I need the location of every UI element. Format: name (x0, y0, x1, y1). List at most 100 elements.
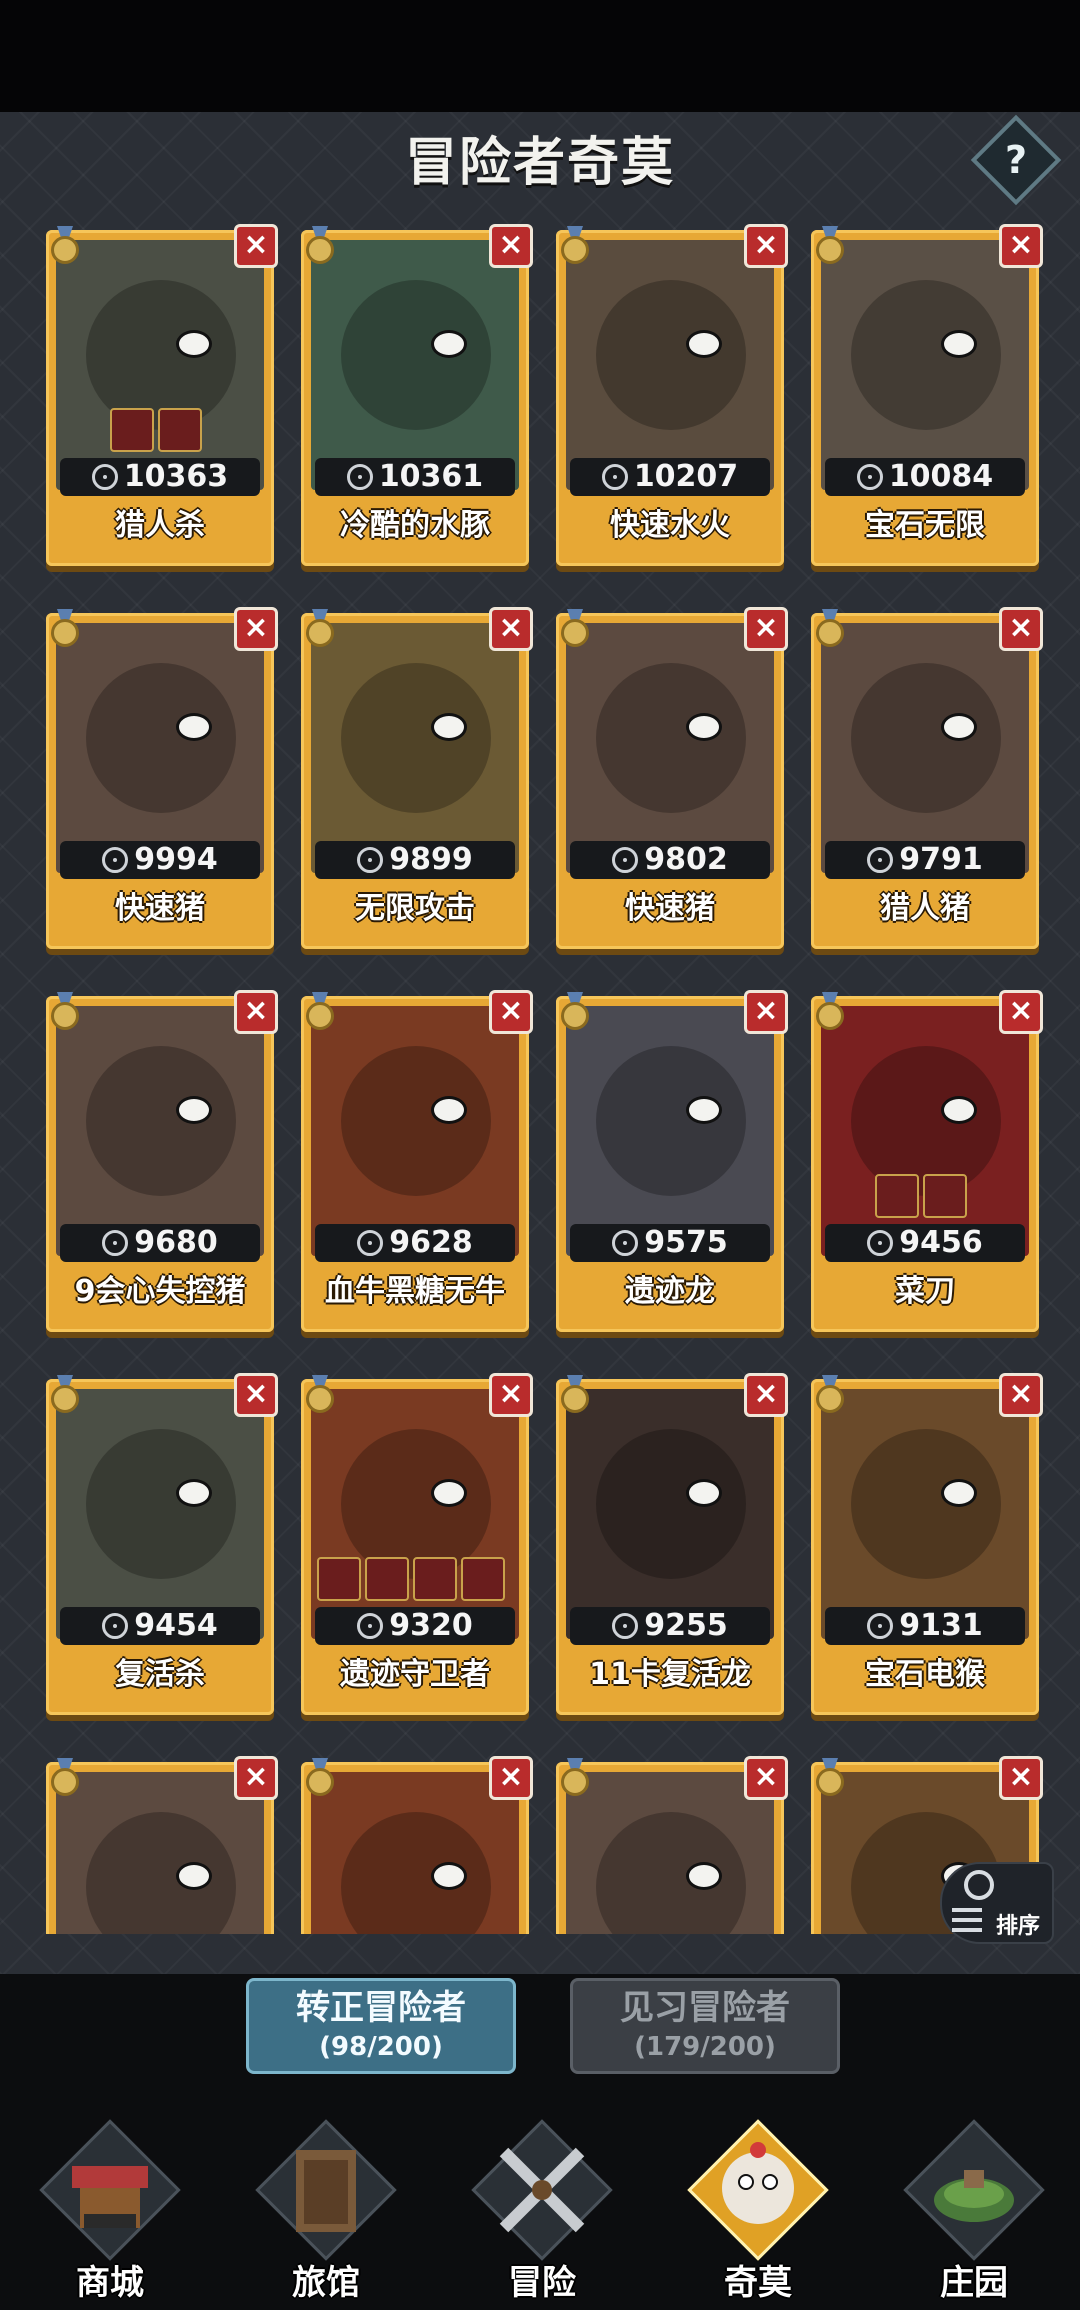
remove-button[interactable]: × (999, 224, 1043, 268)
remove-button[interactable]: × (489, 990, 533, 1034)
adventurer-card[interactable]: × (46, 1756, 278, 1934)
adventurer-portrait (566, 240, 774, 490)
class-icon (102, 1613, 129, 1639)
nav-chimo[interactable]: 奇莫 (658, 2112, 858, 2310)
tab-label: 见习冒险者 (620, 1988, 790, 2028)
power-value: 9802 (644, 842, 728, 877)
adventurer-card[interactable]: × 9320 遗迹守卫者 (301, 1373, 533, 1715)
adventurer-card[interactable]: × 10363 猎人杀 (46, 224, 278, 566)
adventurer-name: 快速猪 (115, 891, 205, 926)
adventurer-portrait (566, 1006, 774, 1256)
adventure-icon (471, 2119, 613, 2261)
portrait-eye (941, 713, 977, 741)
adventurer-card[interactable]: × 9802 快速猪 (556, 607, 788, 949)
adventurer-portrait (56, 623, 264, 873)
medal-icon (558, 992, 592, 1032)
remove-button[interactable]: × (234, 1373, 278, 1417)
remove-button[interactable]: × (489, 224, 533, 268)
equipped-gems (875, 1174, 967, 1218)
remove-button[interactable]: × (744, 990, 788, 1034)
adventurer-name: 遗迹龙 (625, 1274, 715, 1309)
nav-adventure[interactable]: 冒险 (442, 2112, 642, 2310)
remove-button[interactable]: × (999, 1756, 1043, 1800)
adventurer-card[interactable]: × 9899 无限攻击 (301, 607, 533, 949)
adventurer-name: 11卡复活龙 (589, 1657, 751, 1692)
nav-manor[interactable]: 庄园 (874, 2112, 1074, 2310)
manor-icon (903, 2119, 1045, 2261)
power-bar: 9320 (315, 1607, 515, 1645)
class-icon (612, 847, 639, 873)
power-bar: 10207 (570, 458, 770, 496)
medal-icon (303, 609, 337, 649)
gem-icon (158, 408, 202, 452)
tab-count: (179/200) (634, 2032, 776, 2062)
remove-button[interactable]: × (234, 1756, 278, 1800)
medal-icon (48, 1758, 82, 1798)
power-bar: 9456 (825, 1224, 1025, 1262)
remove-button[interactable]: × (744, 1373, 788, 1417)
adventurer-card[interactable]: × 9791 猎人猪 (811, 607, 1043, 949)
adventurer-card[interactable]: × 10207 快速水火 (556, 224, 788, 566)
adventurer-portrait (566, 1389, 774, 1639)
adventurer-card[interactable]: × 9680 9会心失控猪 (46, 990, 278, 1332)
adventurer-card[interactable]: × 9628 血牛黑糖无牛 (301, 990, 533, 1332)
portrait-face (86, 1812, 236, 1934)
remove-button[interactable]: × (744, 607, 788, 651)
portrait-eye (686, 1096, 722, 1124)
sort-button[interactable]: 排序 (940, 1862, 1054, 1944)
adventurer-name: 9会心失控猪 (74, 1274, 246, 1309)
medal-icon (48, 609, 82, 649)
adventurer-card[interactable]: × 10361 冷酷的水豚 (301, 224, 533, 566)
remove-button[interactable]: × (744, 1756, 788, 1800)
remove-button[interactable]: × (489, 607, 533, 651)
portrait-eye (941, 1479, 977, 1507)
remove-button[interactable]: × (234, 607, 278, 651)
medal-icon (303, 226, 337, 266)
nav-inn[interactable]: 旅馆 (226, 2112, 426, 2310)
remove-button[interactable]: × (744, 224, 788, 268)
remove-button[interactable]: × (234, 224, 278, 268)
adventurer-portrait (311, 1389, 519, 1639)
nav-shop[interactable]: 商城 (10, 2112, 210, 2310)
class-icon (102, 847, 129, 873)
adventurer-name: 菜刀 (895, 1274, 955, 1309)
portrait-face (596, 280, 746, 430)
adventurer-card[interactable]: × 9994 快速猪 (46, 607, 278, 949)
remove-button[interactable]: × (489, 1373, 533, 1417)
adventurer-portrait (821, 623, 1029, 873)
tab-official-adventurers[interactable]: 转正冒险者 (98/200) (246, 1978, 516, 2074)
tab-trainee-adventurers[interactable]: 见习冒险者 (179/200) (570, 1978, 840, 2074)
adventurer-card[interactable]: × 9456 菜刀 (811, 990, 1043, 1332)
adventurer-card[interactable]: × 9131 宝石电猴 (811, 1373, 1043, 1715)
adventurer-name: 猎人杀 (115, 508, 205, 543)
adventurer-card[interactable]: × (301, 1756, 533, 1934)
power-value: 9255 (644, 1608, 728, 1643)
adventurer-card[interactable]: × 9255 11卡复活龙 (556, 1373, 788, 1715)
portrait-eye (176, 713, 212, 741)
remove-button[interactable]: × (489, 1756, 533, 1800)
remove-button[interactable]: × (999, 990, 1043, 1034)
adventurer-grid[interactable]: × 10363 猎人杀 × 10361 冷酷的水豚 × 10207 快速水火 × 10084 宝石无限… (0, 222, 1080, 1934)
medal-icon (48, 992, 82, 1032)
adventurer-card[interactable]: × 9575 遗迹龙 (556, 990, 788, 1332)
power-value: 10361 (378, 459, 484, 494)
adventurer-card[interactable]: × 9454 复活杀 (46, 1373, 278, 1715)
adventurer-portrait (566, 1772, 774, 1934)
medal-icon (813, 609, 847, 649)
adventurer-name: 宝石无限 (865, 508, 985, 543)
portrait-eye (431, 1862, 467, 1890)
portrait-eye (176, 330, 212, 358)
remove-button[interactable]: × (999, 1373, 1043, 1417)
remove-button[interactable]: × (234, 990, 278, 1034)
portrait-eye (431, 713, 467, 741)
tab-label: 转正冒险者 (296, 1988, 466, 2028)
adventurer-card[interactable]: × 10084 宝石无限 (811, 224, 1043, 566)
portrait-face (86, 663, 236, 813)
medal-icon (48, 1375, 82, 1415)
class-icon (601, 464, 628, 490)
medal-icon (558, 226, 592, 266)
remove-button[interactable]: × (999, 607, 1043, 651)
adventurer-card[interactable]: × (556, 1756, 788, 1934)
power-value: 9791 (899, 842, 983, 877)
medal-icon (813, 1758, 847, 1798)
